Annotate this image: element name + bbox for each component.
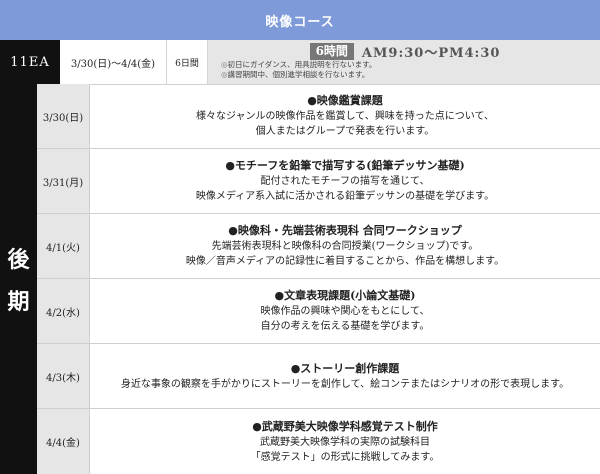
row-title: ●映像科・先端芸術表現科 合同ワークショップ xyxy=(228,224,462,237)
row-date: 4/2(水) xyxy=(37,279,90,343)
course-schedule-page: 映像コース 11EA 3/30(日)～4/4(金) 6日間 6時間 AM9:30… xyxy=(0,0,600,474)
course-title-bar: 映像コース xyxy=(0,0,600,40)
schedule-table: 3/30(日) ●映像鑑賞課題 様々なジャンルの映像作品を鑑賞して、興味を持った… xyxy=(37,84,600,474)
row-date: 4/1(火) xyxy=(37,214,90,278)
course-info-row: 11EA 3/30(日)～4/4(金) 6日間 6時間 AM9:30～PM4:3… xyxy=(0,40,600,85)
table-row: 3/30(日) ●映像鑑賞課題 様々なジャンルの映像作品を鑑賞して、興味を持った… xyxy=(37,84,600,149)
row-line: 「感覚テスト」の形式に挑戦してみます。 xyxy=(250,451,440,463)
term-char: 後 xyxy=(7,247,30,273)
term-char: 期 xyxy=(7,289,30,315)
row-line: 映像メディア系入試に活かされる鉛筆デッサンの基礎を学びます。 xyxy=(195,191,495,202)
table-row: 3/31(月) ●モチーフを鉛筆で描写する(鉛筆デッサン基礎) 配付されたモチー… xyxy=(37,149,600,214)
row-title: ●映像鑑賞課題 xyxy=(307,94,383,107)
note-text: 初日にガイダンス、用具説明を行ないます。 xyxy=(227,60,377,69)
row-content: ●映像鑑賞課題 様々なジャンルの映像作品を鑑賞して、興味を持った点について、 個… xyxy=(90,84,600,148)
note-text: 講習期間中、個別進学相談を行ないます。 xyxy=(227,70,370,79)
row-content: ●映像科・先端芸術表現科 合同ワークショップ 先端芸術表現科と映像科の合同授業(… xyxy=(90,214,600,278)
note-consultation: ◎講習期間中、個別進学相談を行ないます。 xyxy=(218,70,592,80)
row-line: 映像／音声メディアの記録性に着目することから、作品を構想します。 xyxy=(185,256,505,267)
row-line: 個人またはグループで発表を行います。 xyxy=(255,126,435,137)
table-row: 4/4(金) ●武蔵野美大映像学科感覚テスト制作 武蔵野美大映像学科の実際の試験… xyxy=(37,409,600,474)
row-line: 先端芸術表現科と映像科の合同授業(ワークショップ)です。 xyxy=(211,241,479,252)
table-row: 4/3(木) ●ストーリー創作課題 身近な事象の観察を手がかりにストーリーを創作… xyxy=(37,344,600,409)
hours-badge: 6時間 xyxy=(309,43,354,60)
course-days: 6日間 xyxy=(167,40,208,84)
term-label: 後 期 xyxy=(0,84,37,474)
row-line: 様々なジャンルの映像作品を鑑賞して、興味を持った点について、 xyxy=(196,111,494,122)
row-title: ●文章表現課題(小論文基礎) xyxy=(274,289,416,302)
row-line: 身近な事象の観察を手がかりにストーリーを創作して、絵コンテまたはシナリオの形で表… xyxy=(120,378,570,390)
note-guidance: ◎初日にガイダンス、用具説明を行ないます。 xyxy=(218,60,592,70)
row-content: ●モチーフを鉛筆で描写する(鉛筆デッサン基礎) 配付されたモチーフの描写を通じて… xyxy=(90,149,600,213)
course-title: 映像コース xyxy=(265,14,335,30)
row-title: ●ストーリー創作課題 xyxy=(290,361,400,375)
table-row: 4/2(水) ●文章表現課題(小論文基礎) 映像作品の興味や関心をもとにして、 … xyxy=(37,279,600,344)
row-date: 4/3(木) xyxy=(37,344,90,408)
row-content: ●文章表現課題(小論文基礎) 映像作品の興味や関心をもとにして、 自分の考えを伝… xyxy=(90,279,600,343)
row-line: 武蔵野美大映像学科の実際の試験科目 xyxy=(260,436,430,448)
course-code: 11EA xyxy=(0,40,60,84)
course-dates: 3/30(日)～4/4(金) xyxy=(60,40,167,84)
row-content: ●武蔵野美大映像学科感覚テスト制作 武蔵野美大映像学科の実際の試験科目 「感覚テ… xyxy=(90,409,600,474)
time-info: 6時間 AM9:30～PM4:30 ◎初日にガイダンス、用具説明を行ないます。 … xyxy=(208,40,600,84)
time-head: 6時間 AM9:30～PM4:30 xyxy=(218,43,592,61)
row-line: 配付されたモチーフの描写を通じて、 xyxy=(260,176,430,187)
row-date: 4/4(金) xyxy=(37,409,90,474)
row-line: 映像作品の興味や関心をもとにして、 xyxy=(260,306,430,317)
row-date: 3/31(月) xyxy=(37,149,90,213)
row-line: 自分の考えを伝える基礎を学びます。 xyxy=(260,321,430,332)
row-title: ●モチーフを鉛筆で描写する(鉛筆デッサン基礎) xyxy=(225,159,465,172)
row-date: 3/30(日) xyxy=(37,84,90,148)
table-row: 4/1(火) ●映像科・先端芸術表現科 合同ワークショップ 先端芸術表現科と映像… xyxy=(37,214,600,279)
time-range: AM9:30～PM4:30 xyxy=(361,46,501,61)
row-title: ●武蔵野美大映像学科感覚テスト制作 xyxy=(252,419,438,433)
row-content: ●ストーリー創作課題 身近な事象の観察を手がかりにストーリーを創作して、絵コンテ… xyxy=(90,344,600,408)
